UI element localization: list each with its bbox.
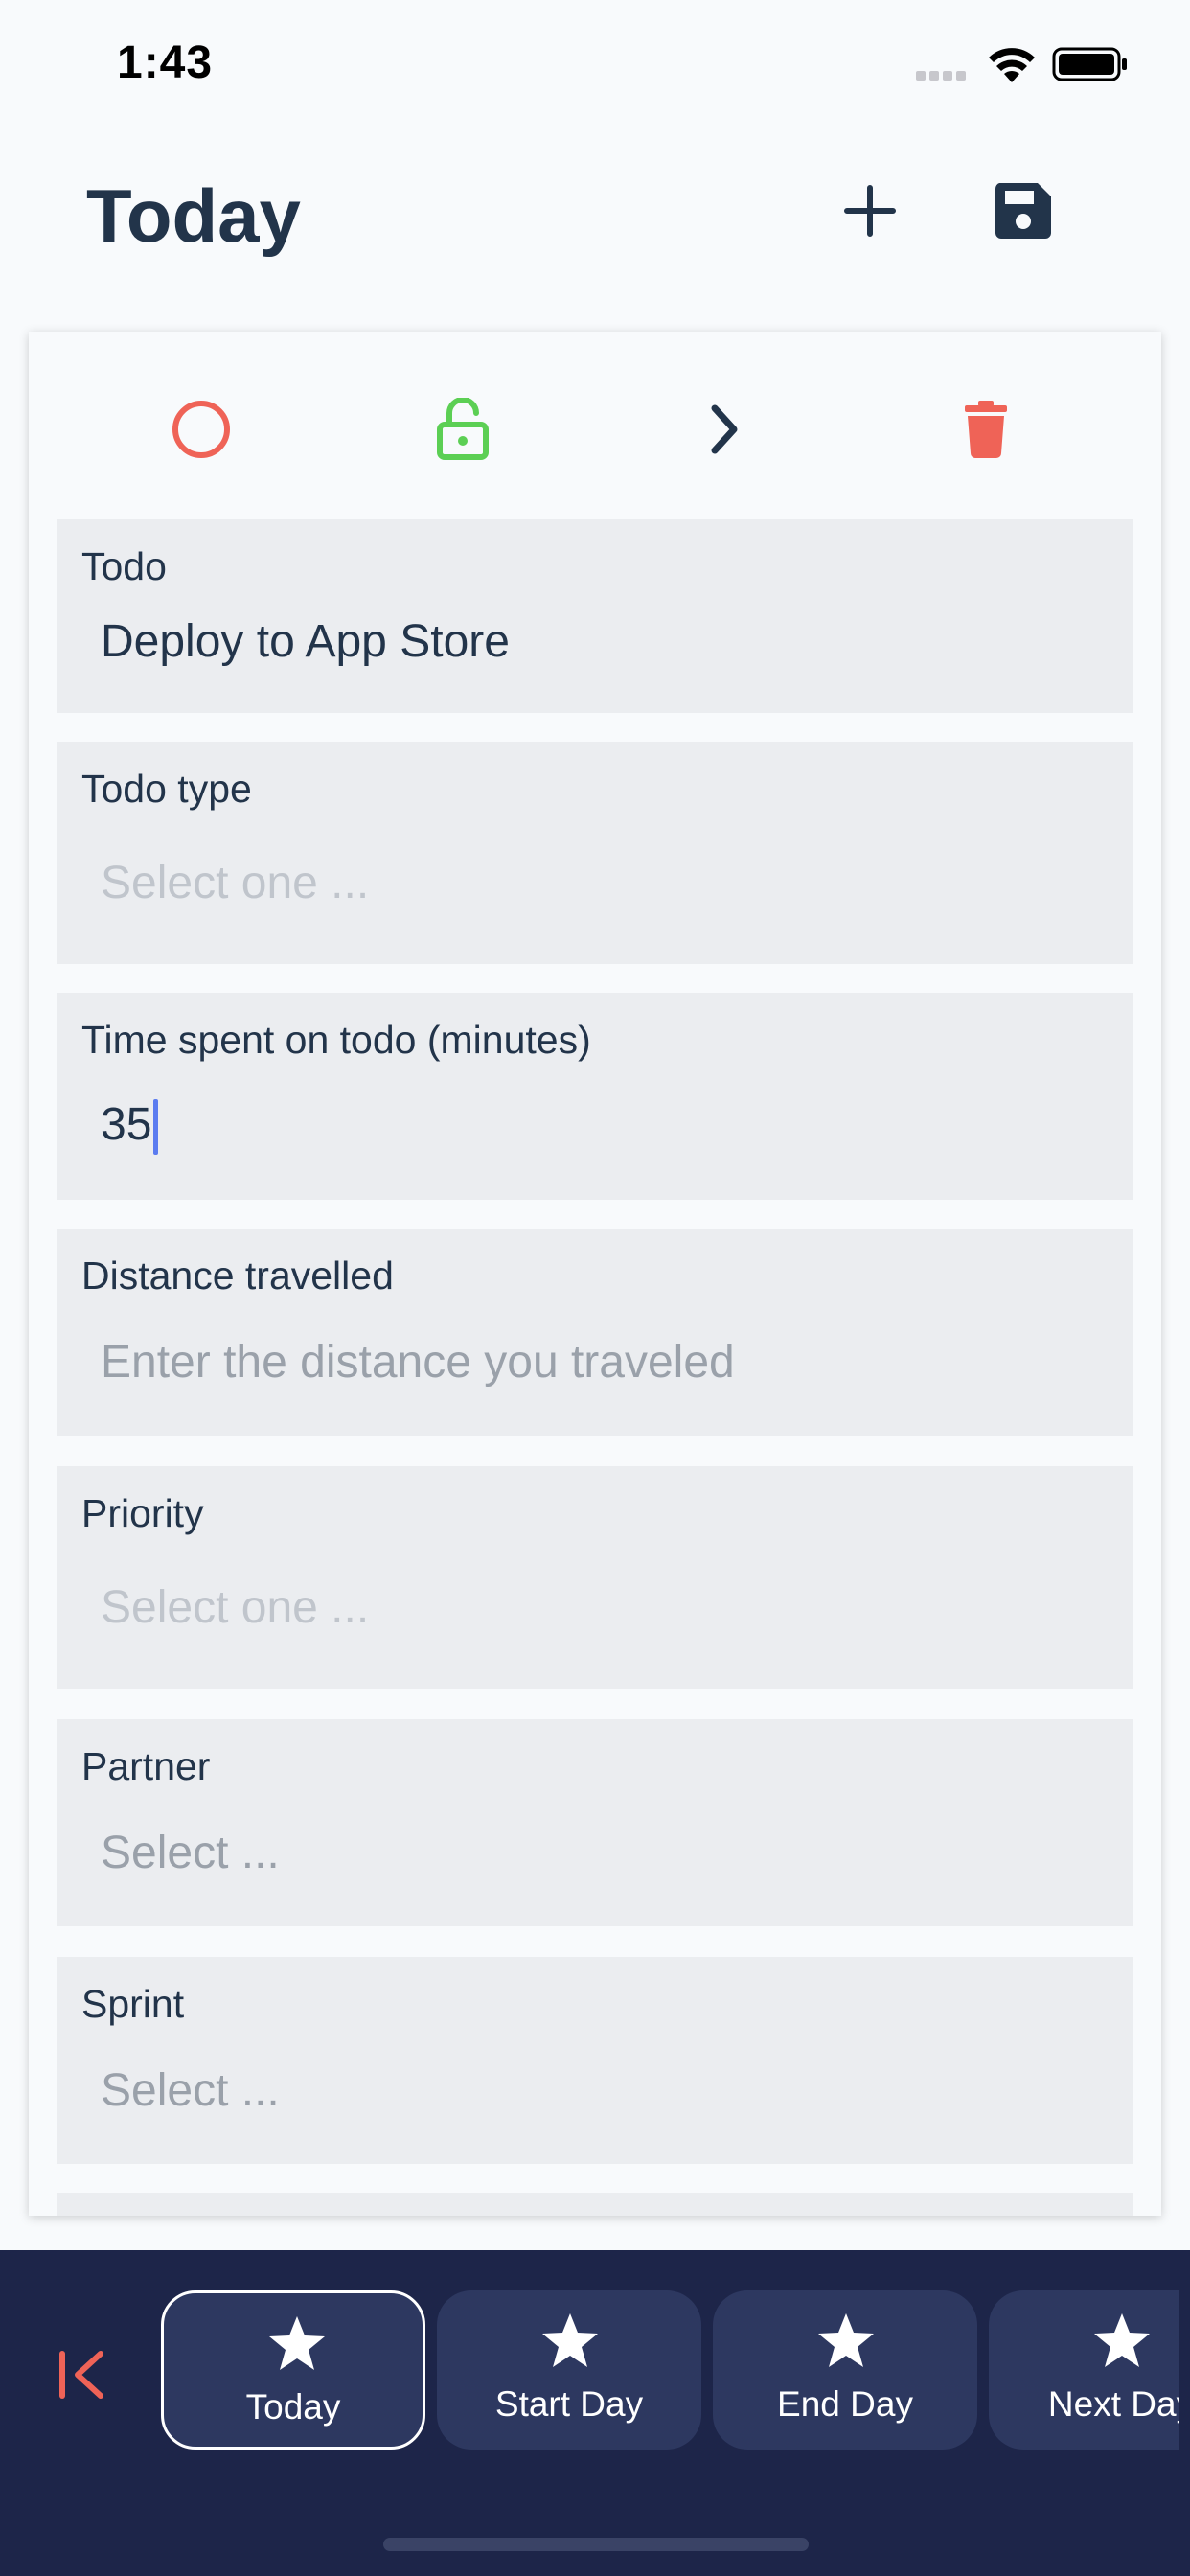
skip-to-start-icon: [59, 2351, 103, 2399]
tab-today-label: Today: [245, 2387, 341, 2426]
tab-end-day-label: End Day: [777, 2384, 913, 2424]
star-icon: [269, 2316, 325, 2370]
time-spent-field[interactable]: Time spent on todo (minutes) 35: [57, 993, 1133, 1200]
partner-select[interactable]: Select ...: [101, 1827, 280, 1879]
star-icon: [818, 2313, 874, 2367]
tab-next-day[interactable]: Next Day: [989, 2290, 1179, 2450]
todo-type-field[interactable]: Todo type Select one ...: [57, 742, 1133, 964]
priority-field[interactable]: Priority Select one ...: [57, 1466, 1133, 1689]
tab-start-day[interactable]: Start Day: [437, 2290, 701, 2450]
home-indicator: [383, 2538, 809, 2551]
todo-type-select[interactable]: Select one ...: [101, 857, 369, 909]
wifi-icon: [989, 48, 1035, 82]
complete-toggle-button[interactable]: [163, 391, 240, 468]
save-button[interactable]: [985, 172, 1062, 249]
bottom-nav: Today Start Day End Day Next Day: [0, 2250, 1190, 2576]
todo-field-label: Todo: [81, 544, 167, 588]
time-spent-label: Time spent on todo (minutes): [81, 1018, 591, 1062]
distance-input[interactable]: Enter the distance you traveled: [101, 1336, 735, 1389]
sprint-label: Sprint: [81, 1982, 185, 2026]
text-caret: [153, 1099, 159, 1156]
tab-start-day-label: Start Day: [494, 2384, 644, 2424]
tab-end-day[interactable]: End Day: [713, 2290, 977, 2450]
status-bar: 1:43: [0, 0, 1190, 129]
distance-field[interactable]: Distance travelled Enter the distance yo…: [57, 1229, 1133, 1436]
partner-field[interactable]: Partner Select ...: [57, 1719, 1133, 1926]
star-icon: [1094, 2313, 1150, 2367]
partner-label: Partner: [81, 1744, 211, 1788]
tab-today[interactable]: Today: [161, 2290, 425, 2450]
trash-icon: [965, 401, 1007, 458]
status-time: 1:43: [117, 37, 214, 88]
priority-label: Priority: [81, 1491, 204, 1535]
todo-card: Todo Deploy to App Store Todo type Selec…: [29, 332, 1161, 2216]
plus-icon: [844, 185, 896, 237]
chevron-right-icon: [711, 404, 738, 454]
time-spent-value: 35: [101, 1099, 152, 1150]
sprint-select[interactable]: Select ...: [101, 2064, 280, 2117]
cellular-signal-icon: [916, 68, 970, 80]
floppy-disk-icon: [995, 183, 1051, 239]
time-spent-input[interactable]: 35: [101, 1098, 159, 1156]
next-button[interactable]: [686, 391, 763, 468]
next-field-partial: [57, 2193, 1133, 2216]
lock-toggle-button[interactable]: [424, 391, 501, 468]
distance-label: Distance travelled: [81, 1254, 394, 1298]
todo-field[interactable]: Todo Deploy to App Store: [57, 519, 1133, 713]
add-button[interactable]: [832, 172, 908, 249]
unlocked-lock-icon: [437, 398, 489, 460]
sprint-field[interactable]: Sprint Select ...: [57, 1957, 1133, 2164]
tab-next-day-label: Next Day: [1047, 2384, 1179, 2424]
todo-action-row: [29, 332, 1161, 516]
circle-icon: [172, 401, 230, 458]
page-title: Today: [86, 173, 301, 258]
star-icon: [542, 2313, 598, 2367]
battery-icon: [1052, 47, 1127, 81]
todo-type-label: Todo type: [81, 767, 252, 811]
priority-select[interactable]: Select one ...: [101, 1581, 369, 1634]
todo-input[interactable]: Deploy to App Store: [101, 615, 510, 668]
nav-tab-strip: Today Start Day End Day Next Day: [161, 2290, 1179, 2451]
go-first-button[interactable]: [54, 2336, 111, 2413]
delete-button[interactable]: [948, 391, 1024, 468]
